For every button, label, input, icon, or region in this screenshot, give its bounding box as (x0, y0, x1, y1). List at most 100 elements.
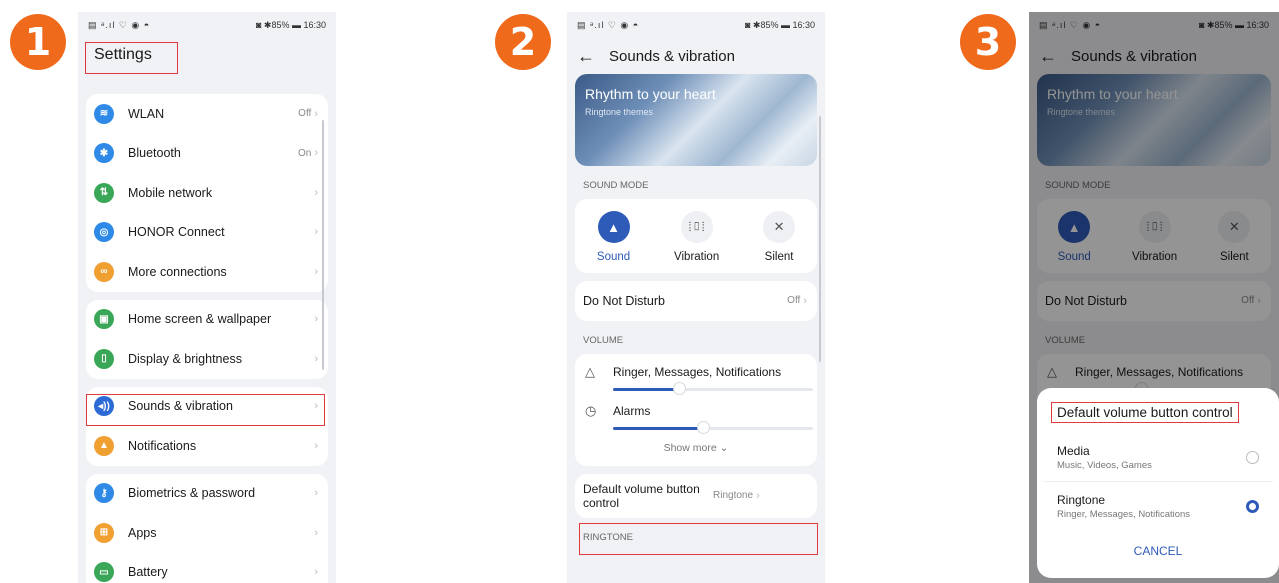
chevron-right-icon: › (314, 400, 318, 413)
scrollbar[interactable] (322, 120, 324, 370)
chevron-right-icon: › (314, 147, 318, 160)
settings-group: ▣ Home screen & wallpaper › ▯ Display & brig… (86, 299, 328, 379)
volume-label: Ringer, Messages, Notifications (613, 364, 782, 379)
volume-header: VOLUME (583, 334, 624, 346)
chevron-right-icon: › (314, 186, 318, 199)
option-name: Ringtone (1057, 492, 1106, 507)
banner-subtitle: Ringtone themes (585, 107, 654, 117)
chevron-right-icon: › (314, 566, 318, 579)
dialog-options: Media Music, Videos, Games Ringtone Ringer,… (1037, 433, 1279, 530)
chevron-right-icon: › (314, 526, 318, 539)
default-volume-value: Ringtone (713, 490, 754, 501)
volume-card: △ Ringer, Messages, Notifications ◷ Alarms S… (575, 353, 817, 466)
show-more-label: Show more (663, 441, 717, 454)
settings-row-label: Sounds & vibration (128, 399, 233, 414)
link-icon: ∞ (94, 261, 114, 282)
settings-row-label: HONOR Connect (128, 225, 225, 240)
volume-slider[interactable] (613, 381, 813, 395)
scrollbar[interactable] (819, 116, 821, 362)
settings-row-value: Off (298, 108, 312, 120)
slider-knob[interactable] (673, 381, 686, 395)
wifi-icon: ≋ (94, 103, 114, 124)
sound-mode-option[interactable]: ⦙▯⦙ Vibration (674, 211, 719, 263)
show-more-button[interactable]: Show more ⌄ (585, 442, 807, 454)
status-icons-left: ▤ ᵊ.ıl ♡ ◉ ◓ (88, 19, 151, 30)
settings-row[interactable]: ⇅ Mobile network › (86, 173, 328, 213)
settings-row-label: Mobile network (128, 185, 213, 200)
radio-button[interactable] (1246, 499, 1259, 513)
settings-row[interactable]: ◎ HONOR Connect › (86, 213, 328, 253)
sound-mode-option[interactable]: ✕ Silent (763, 211, 796, 263)
status-icons-left: ▤ ᵊ.ıl ♡ ◉ ◓ (577, 19, 640, 30)
slider-fill (613, 426, 703, 430)
dnd-row[interactable]: Do Not Disturb Off › (575, 281, 817, 321)
settings-row[interactable]: ◂)) Sounds & vibration › (86, 387, 328, 427)
chevron-right-icon: › (314, 265, 318, 278)
alarm-icon: ◷ (585, 402, 597, 418)
settings-title-text: Settings (94, 46, 152, 63)
ringtone-banner[interactable]: Rhythm to your heart Ringtone themes (575, 74, 817, 166)
settings-row[interactable]: ✱ Bluetooth On › (86, 134, 328, 174)
bell-off-icon: ✕ (763, 211, 796, 243)
phone-sounds: ▤ ᵊ.ıl ♡ ◉ ◓ ◙ ✱85% ▬ 16:30 ← Sounds & v… (567, 12, 825, 583)
bell-icon: ▲ (597, 211, 630, 243)
volume-slider[interactable] (613, 420, 813, 434)
settings-row[interactable]: ▭ Battery › (86, 553, 328, 583)
banner-title: Rhythm to your heart (585, 86, 716, 102)
settings-row[interactable]: ∞ More connections › (86, 252, 328, 292)
settings-row[interactable]: ▣ Home screen & wallpaper › (86, 300, 328, 340)
settings-row[interactable]: ▲ Notifications › (86, 426, 328, 466)
sound-mode-label: Sound (596, 251, 631, 263)
slider-knob[interactable] (697, 420, 710, 434)
sound-mode-option[interactable]: ▲ Sound (597, 211, 630, 263)
settings-row-label: More connections (128, 264, 227, 279)
settings-row-label: Battery (128, 565, 168, 580)
settings-row-label: Bluetooth (128, 146, 181, 161)
settings-row-label: Biometrics & password (128, 486, 256, 501)
phone-dialog: ▤ ᵊ.ıl ♡ ◉ ◓ ◙ ✱85% ▬ 16:30 ← Sounds & v… (1029, 12, 1279, 583)
option-name: Media (1057, 443, 1090, 458)
bluetooth-icon: ✱ (94, 143, 114, 164)
dialog-option[interactable]: Ringtone Ringer, Messages, Notifications (1043, 482, 1273, 530)
status-bar: ▤ ᵊ.ıl ♡ ◉ ◓ ◙ ✱85% ▬ 16:30 (567, 12, 825, 38)
chevron-right-icon: › (803, 294, 807, 307)
settings-group: ◂)) Sounds & vibration › ▲ Notifications › (86, 386, 328, 466)
key-icon: ⚷ (94, 483, 114, 504)
option-subtitle: Ringer, Messages, Notifications (1057, 508, 1191, 520)
chevron-right-icon: › (314, 313, 318, 326)
battery-icon: ▭ (94, 562, 114, 583)
back-arrow-icon[interactable]: ← (577, 46, 595, 67)
settings-row[interactable]: ⊞ Apps › (86, 513, 328, 553)
vibration-icon: ⦙▯⦙ (680, 211, 713, 243)
settings-row-value: On (297, 147, 312, 159)
settings-group: ≋ WLAN Off › ✱ Bluetooth On › ⇅ Mobile network › ◎ H… (86, 94, 328, 292)
dialog-option[interactable]: Media Music, Videos, Games (1043, 433, 1273, 482)
default-volume-label: Default volume button control (583, 481, 700, 510)
chevron-right-icon: › (314, 352, 318, 365)
sound-mode-label: Silent (764, 251, 794, 263)
default-volume-button-row[interactable]: Default volume button control Ringtone › (575, 473, 817, 518)
sound-mode-card: ▲ Sound ⦙▯⦙ Vibration ✕ Silent (575, 199, 817, 273)
volume-label: Alarms (613, 403, 651, 418)
page-title: Settings (78, 38, 336, 74)
wallpaper-icon: ▣ (94, 309, 114, 330)
sound-mode-label: Vibration (674, 251, 720, 263)
settings-row[interactable]: ≋ WLAN Off › (86, 94, 328, 134)
cancel-button[interactable]: CANCEL (1037, 544, 1279, 558)
slider-fill (613, 387, 679, 391)
apps-icon: ⊞ (94, 522, 114, 543)
settings-group: ⚷ Biometrics & password › ⊞ Apps › ▭ Battery › (86, 473, 328, 583)
radio-button[interactable] (1246, 450, 1259, 464)
app-bar: ← Sounds & vibration (567, 38, 825, 74)
chevron-right-icon: › (314, 226, 318, 239)
settings-row[interactable]: ⚷ Biometrics & password › (86, 474, 328, 514)
bell-outline-icon: △ (585, 363, 595, 379)
settings-row[interactable]: ▯ Display & brightness › (86, 339, 328, 379)
step-3-badge: 3 (960, 14, 1016, 70)
status-icons-right: ◙ ✱85% ▬ 16:30 (744, 19, 815, 30)
bell-icon: ▲ (94, 435, 114, 456)
settings-row-label: Notifications (128, 438, 197, 453)
settings-row-label: Home screen & wallpaper (128, 312, 272, 327)
status-icons-right: ◙ ✱85% ▬ 16:30 (255, 19, 326, 30)
mobile-network-icon: ⇅ (94, 182, 114, 203)
